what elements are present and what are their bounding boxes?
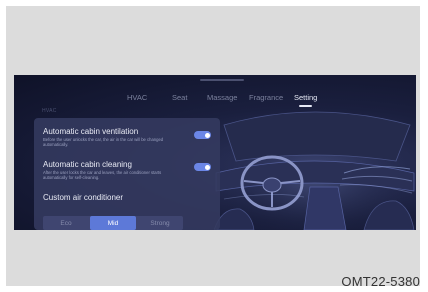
custom-ac-segmented-control: Eco Mid Strong [43, 216, 183, 230]
tab-fragrance[interactable]: Fragrance [249, 93, 283, 102]
pull-down-handle[interactable] [200, 79, 244, 81]
tab-seat[interactable]: Seat [172, 93, 187, 102]
cleaning-description: After the user locks the car and leaves,… [43, 170, 162, 181]
option-strong[interactable]: Strong [137, 216, 183, 230]
toggle-knob [204, 164, 210, 170]
toggle-knob [204, 132, 210, 138]
section-hint: HVAC [42, 108, 57, 114]
ventilation-title: Automatic cabin ventilation [43, 127, 139, 136]
ventilation-description: Before the user unlocks the car, the air… [43, 137, 164, 148]
tab-hvac[interactable]: HVAC [127, 93, 147, 102]
ventilation-toggle[interactable] [194, 131, 211, 139]
figure-code: OMT22-5380 [341, 274, 420, 289]
custom-ac-title: Custom air conditioner [43, 193, 124, 202]
cleaning-title: Automatic cabin cleaning [43, 160, 132, 169]
option-eco[interactable]: Eco [43, 216, 89, 230]
tab-setting[interactable]: Setting [294, 93, 317, 107]
car-interior-illustration [214, 103, 416, 230]
settings-panel: Automatic cabin ventilation Before the u… [34, 118, 220, 230]
option-mid[interactable]: Mid [90, 216, 136, 230]
cleaning-toggle[interactable] [194, 163, 211, 171]
tab-massage[interactable]: Massage [207, 93, 237, 102]
infotainment-screen: HVAC Seat Massage Fragrance Setting HVAC [14, 75, 416, 230]
